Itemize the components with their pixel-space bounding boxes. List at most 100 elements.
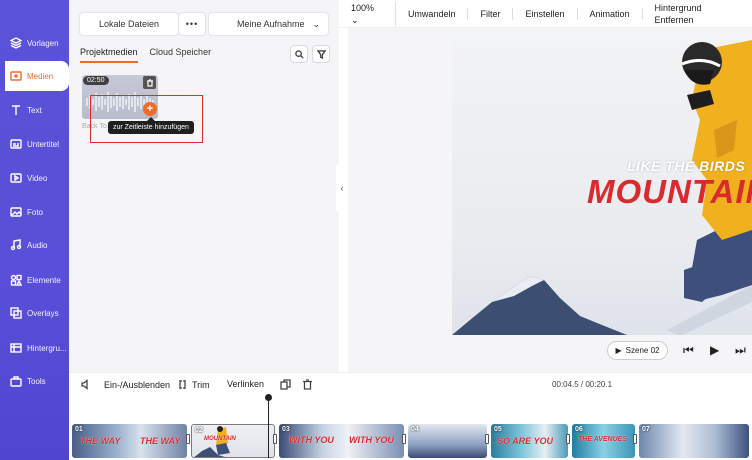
text-icon — [10, 104, 22, 116]
toolbar-filter[interactable]: Filter — [468, 7, 514, 20]
playhead[interactable] — [268, 396, 269, 458]
sidebar-item-tools[interactable]: Tools — [0, 366, 69, 396]
scene-number: 07 — [642, 426, 650, 433]
timeline-scene-04[interactable]: 04 — [408, 424, 487, 458]
timeline-scene-07[interactable]: 07 — [639, 424, 749, 458]
sidebar-item-video[interactable]: Video — [0, 163, 69, 193]
sidebar-item-hintergrund[interactable]: Hintergru... — [0, 333, 69, 363]
subtitles-icon — [10, 138, 22, 150]
scene-title: THE WAY — [80, 436, 121, 446]
fade-button[interactable]: Ein-/Ausblenden — [81, 379, 170, 390]
playhead-handle[interactable] — [265, 394, 272, 401]
fade-label: Ein-/Ausblenden — [104, 379, 171, 390]
link-button[interactable]: Verlinken — [227, 379, 264, 389]
transition-handle[interactable] — [402, 434, 406, 444]
search-icon — [294, 49, 304, 59]
add-to-timeline-button[interactable]: + — [143, 102, 157, 116]
video-preview[interactable]: LIKE THE BIRDS MOUNTAIN — [452, 40, 752, 335]
scene-number: 04 — [411, 426, 419, 433]
sidebar-item-overlays[interactable]: Overlays — [0, 298, 69, 328]
templates-icon — [10, 37, 22, 49]
media-tabs: Projektmedien Cloud Speicher — [80, 47, 211, 63]
transition-handle[interactable] — [566, 434, 570, 444]
sidebar-item-label: Audio — [27, 240, 48, 250]
timeline-scene-03[interactable]: 03 WITH YOU WITH YOU — [279, 424, 404, 458]
scene-title: SO ARE YOU — [497, 436, 554, 446]
sidebar-item-label: Video — [27, 173, 48, 183]
timeline-scene-02[interactable]: 02 MOUNTAIN — [191, 424, 275, 458]
tab-cloud-speicher[interactable]: Cloud Speicher — [150, 47, 212, 63]
scene-number: 03 — [282, 426, 290, 433]
sidebar-item-label: Text — [27, 105, 42, 115]
chevron-down-icon: ⌄ — [351, 14, 359, 25]
timeline-scene-06[interactable]: 06 THE AVENUES — [572, 424, 635, 458]
play-icon: ▶ — [710, 343, 720, 357]
audio-icon — [10, 239, 22, 251]
volume-icon — [81, 379, 88, 390]
skip-forward-button[interactable]: ⏭ — [735, 343, 746, 358]
tab-projektmedien[interactable]: Projektmedien — [80, 47, 138, 63]
sidebar-item-elemente[interactable]: Elemente — [0, 265, 69, 295]
skip-back-button[interactable]: ⏮ — [683, 343, 694, 358]
media-icon — [10, 70, 22, 82]
transition-handle[interactable] — [485, 434, 489, 444]
my-recording-dropdown[interactable]: Meine Aufnahme ⌄ — [208, 12, 329, 36]
sidebar-item-label: Medien — [27, 71, 54, 81]
trim-button[interactable]: Trim — [177, 379, 210, 390]
toolbar-animation[interactable]: Animation — [578, 7, 643, 20]
delete-clip-button[interactable] — [143, 76, 156, 89]
collapse-panel-button[interactable]: ‹ — [336, 165, 348, 211]
trash-icon — [303, 379, 312, 390]
sidebar-item-label: Elemente — [27, 275, 61, 285]
delete-button[interactable] — [302, 379, 313, 390]
sidebar-item-vorlagen[interactable]: Vorlagen — [0, 28, 69, 58]
scene-label: Szene 02 — [625, 346, 660, 355]
sidebar-item-foto[interactable]: Foto — [0, 197, 69, 227]
play-icon: ▶ — [615, 346, 622, 355]
transition-handle[interactable] — [186, 434, 190, 444]
scene-selector-button[interactable]: ▶ Szene 02 — [607, 341, 668, 360]
sidebar-item-audio[interactable]: Audio — [0, 230, 69, 260]
sidebar-item-text[interactable]: Text — [0, 95, 69, 125]
scene-title: THE AVENUES — [578, 436, 628, 443]
sidebar-item-medien[interactable]: Medien — [5, 61, 69, 91]
skip-back-icon: ⏮ — [683, 343, 694, 357]
media-panel: Lokale Dateien ••• Meine Aufnahme ⌄ Proj… — [69, 0, 339, 372]
toolbar-umwandeln[interactable]: Umwandeln — [396, 7, 469, 20]
clip-duration-badge: 02:50 — [83, 76, 109, 85]
skip-forward-icon: ⏭ — [735, 343, 746, 357]
sidebar: Vorlagen Medien Text Untertitel Video Fo… — [0, 0, 69, 460]
scene-number: 06 — [575, 426, 583, 433]
video-icon — [10, 172, 22, 184]
duplicate-button[interactable] — [280, 379, 291, 390]
duplicate-icon — [280, 379, 291, 390]
scene-title: THE WAY — [140, 436, 181, 446]
photo-icon — [10, 206, 22, 218]
local-files-button[interactable]: Lokale Dateien — [79, 12, 179, 36]
timeline-scene-05[interactable]: 05 SO ARE YOU — [491, 424, 568, 458]
scene-number: 05 — [494, 426, 502, 433]
transition-handle[interactable] — [273, 434, 277, 444]
more-options-button[interactable]: ••• — [178, 12, 206, 36]
tools-icon — [10, 375, 22, 387]
toolbar-hintergrund-entfernen[interactable]: Hintergrund Entfernen — [643, 2, 752, 26]
play-button[interactable]: ▶ — [710, 343, 719, 357]
chevron-down-icon: ⌄ — [312, 18, 320, 29]
search-button[interactable] — [290, 45, 308, 63]
background-icon — [10, 342, 22, 354]
my-recording-label: Meine Aufnahme — [237, 19, 305, 29]
sidebar-item-label: Foto — [27, 207, 44, 217]
filter-icon — [316, 49, 326, 59]
zoom-dropdown[interactable]: 100% ⌄ — [339, 1, 396, 26]
toolbar-einstellen[interactable]: Einstellen — [513, 7, 578, 20]
link-label: Verlinken — [227, 379, 265, 389]
add-to-timeline-tooltip: zur Zeitleiste hinzufügen — [108, 117, 194, 134]
transition-handle[interactable] — [633, 434, 637, 444]
scene-title: WITH YOU — [289, 435, 334, 445]
sidebar-item-label: Tools — [27, 376, 46, 386]
sidebar-item-label: Untertitel — [27, 139, 60, 149]
filter-button[interactable] — [312, 45, 330, 63]
sidebar-item-untertitel[interactable]: Untertitel — [0, 129, 69, 159]
sidebar-item-label: Overlays — [27, 308, 59, 318]
timeline-scene-01[interactable]: 01 THE WAY THE WAY — [72, 424, 187, 458]
